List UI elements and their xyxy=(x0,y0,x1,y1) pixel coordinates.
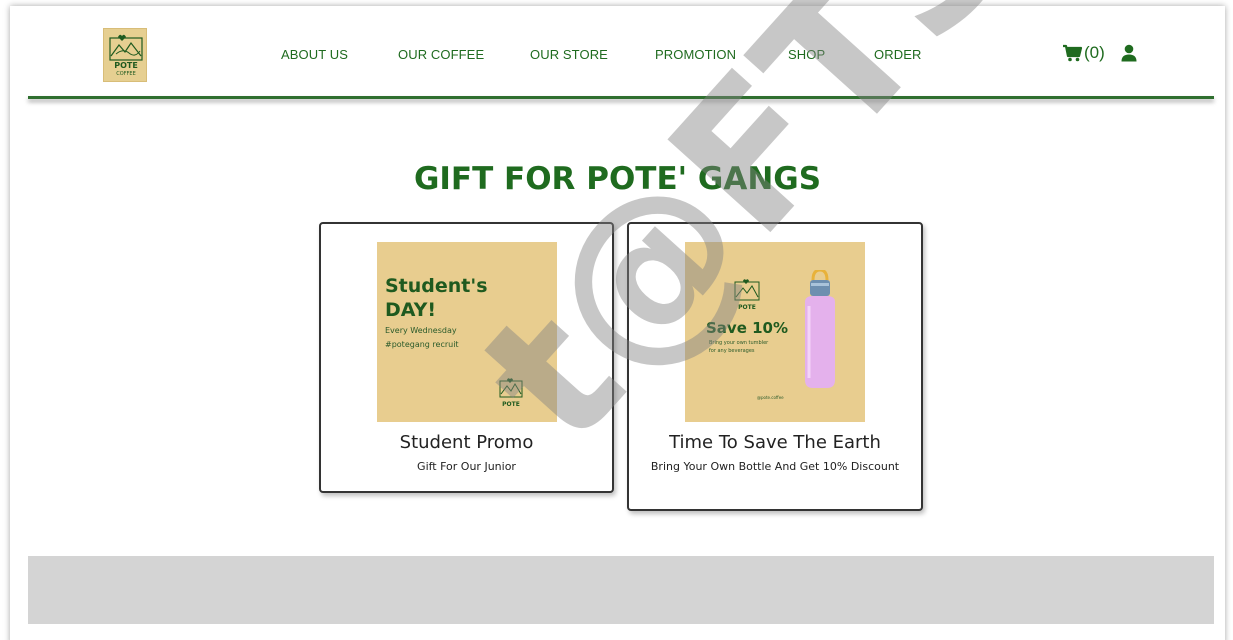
card-title: Time To Save The Earth xyxy=(669,432,881,453)
card-title: Student Promo xyxy=(399,432,534,453)
logo-mountain-icon xyxy=(499,378,523,398)
page-frame: POTE COFFEE ABOUT US OUR COFFEE OUR STOR… xyxy=(10,0,1225,640)
promo-image-heading: Save 10% xyxy=(706,319,789,337)
promo-image-logo-text: POTE xyxy=(738,304,756,311)
promo-image-heading-line1: Student's xyxy=(385,275,488,297)
promo-image-save: POTE Save 10% Bring your own tumbler for… xyxy=(685,242,865,422)
promo-image-student: Student's DAY! Every Wednesday #potegang… xyxy=(377,242,557,422)
promo-image-line1: Every Wednesday xyxy=(385,326,457,335)
promo-image-logo: POTE xyxy=(732,276,762,316)
site-header: POTE COFFEE ABOUT US OUR COFFEE OUR STOR… xyxy=(10,6,1225,98)
nav-our-coffee[interactable]: OUR COFFEE xyxy=(398,47,484,62)
main-nav: ABOUT US OUR COFFEE OUR STORE PROMOTION … xyxy=(10,6,1225,98)
promo-card-save-earth[interactable]: POTE Save 10% Bring your own tumbler for… xyxy=(627,222,923,511)
promo-image-line1: Bring your own tumbler xyxy=(709,340,769,346)
nav-our-store[interactable]: OUR STORE xyxy=(530,47,608,62)
promo-image-line2: for any beverages xyxy=(709,348,755,354)
water-bottle-icon xyxy=(805,270,835,388)
logo-mountain-icon xyxy=(734,279,760,301)
nav-shop[interactable]: SHOP xyxy=(788,47,825,62)
header-divider xyxy=(28,96,1214,99)
cart-button[interactable]: (0) xyxy=(1062,43,1105,63)
promo-card-student[interactable]: Student's DAY! Every Wednesday #potegang… xyxy=(319,222,614,493)
promo-image-logo: POTE xyxy=(498,376,524,412)
promo-image-handle: @pote.coffee xyxy=(757,395,784,400)
nav-promotion[interactable]: PROMOTION xyxy=(655,47,736,62)
user-icon[interactable] xyxy=(1121,44,1137,62)
nav-order[interactable]: ORDER xyxy=(874,47,921,62)
card-subtitle: Gift For Our Junior xyxy=(417,460,516,473)
nav-about-us[interactable]: ABOUT US xyxy=(281,47,348,62)
promo-image-heading-line2: DAY! xyxy=(385,299,437,321)
cart-icon xyxy=(1063,44,1083,62)
promo-image-logo-text: POTE xyxy=(502,401,520,408)
promo-image-line2: #potegang recruit xyxy=(385,340,459,349)
promo-image-heading: Student's DAY! xyxy=(385,274,488,322)
card-subtitle: Bring Your Own Bottle And Get 10% Discou… xyxy=(650,460,900,473)
section-title: GIFT FOR POTE' GANGS xyxy=(413,161,822,197)
cart-count: (0) xyxy=(1084,43,1105,62)
footer-band xyxy=(28,556,1214,624)
